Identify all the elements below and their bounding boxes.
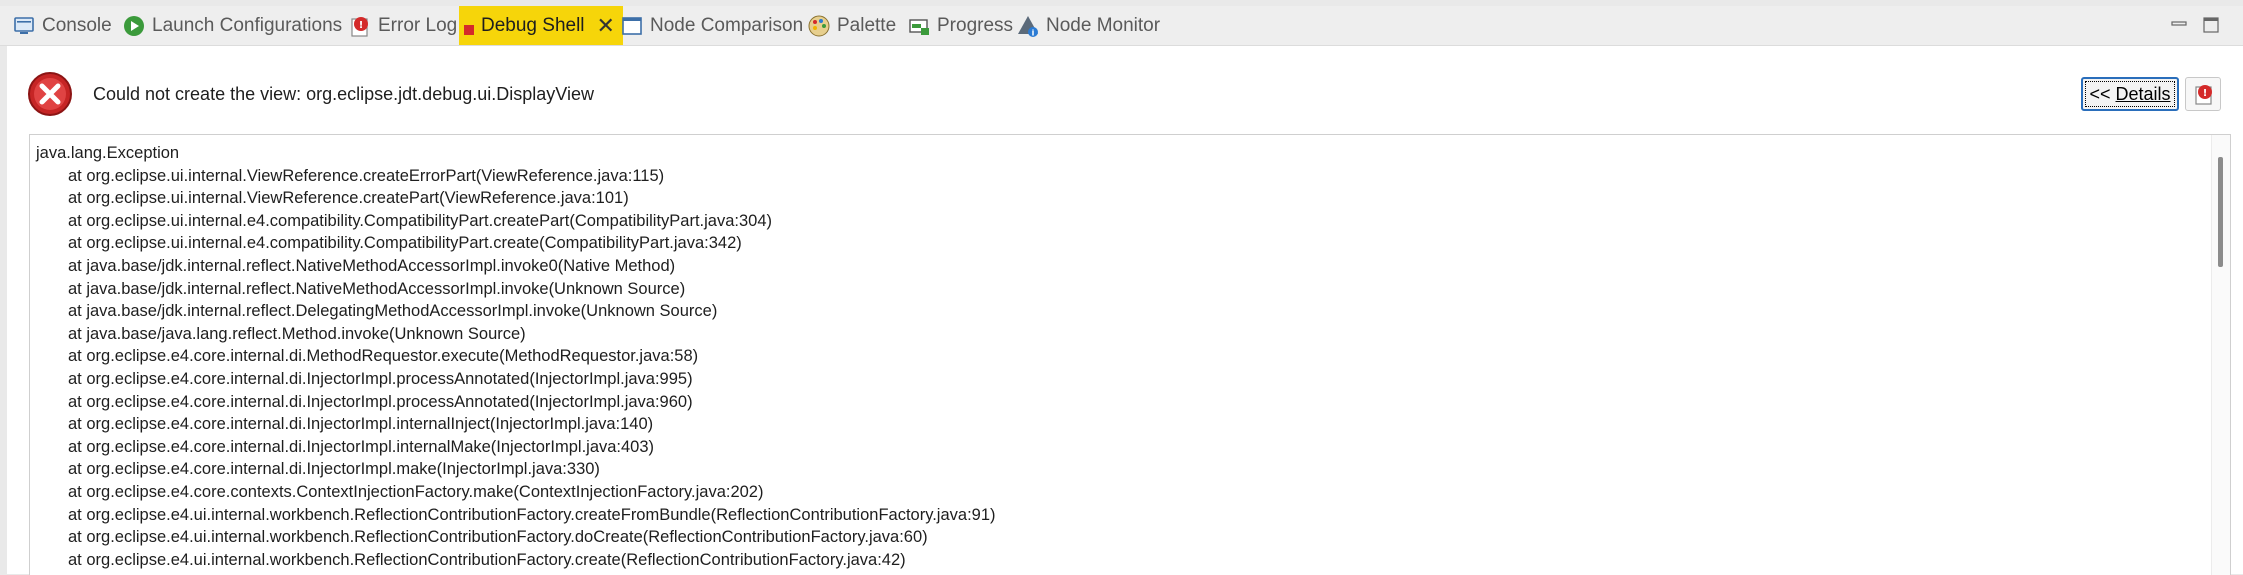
error-log-icon: ! [2192,82,2216,111]
details-button-prefix: << [2089,83,2116,104]
palette-icon [807,14,831,38]
close-tab-icon[interactable]: ✕ [597,14,615,37]
error-message: Could not create the view: org.eclipse.j… [93,84,594,104]
stack-frame-line: at org.eclipse.e4.core.internal.di.Injec… [68,460,600,479]
exception-line: java.lang.Exception [36,144,180,162]
svg-text:!: ! [2203,88,2208,99]
stack-frame-line: at java.base/jdk.internal.reflect.Native… [68,256,676,275]
tab-label: Console [42,14,112,36]
stack-frame-line: at org.eclipse.e4.core.internal.di.Injec… [68,369,693,388]
node-comparison-icon [620,14,644,38]
tab-progress[interactable]: Progress [907,6,1013,45]
tab-label: Node Comparison [650,14,804,36]
stack-frame-line: at org.eclipse.e4.ui.internal.workbench.… [68,550,906,569]
tab-node-monitor[interactable]: i Node Monitor [1016,6,1160,45]
stack-frame-line: at java.base/jdk.internal.reflect.Native… [68,279,686,298]
launch-configurations-icon [122,14,146,38]
stack-frame-line: at org.eclipse.e4.core.internal.di.Injec… [68,415,654,434]
show-error-log-button[interactable]: ! [2185,77,2221,111]
maximize-icon[interactable] [2202,16,2220,34]
tab-label: Palette [837,14,897,36]
svg-text:i: i [1032,28,1035,37]
scrollbar-thumb[interactable] [2218,157,2223,267]
progress-icon [907,14,931,38]
stack-frame-line: at org.eclipse.e4.core.internal.di.Injec… [68,437,655,456]
stack-frame-line: at org.eclipse.ui.internal.ViewReference… [68,189,629,208]
stack-frame-line: at org.eclipse.e4.ui.workbench.renderers… [36,571,996,575]
stack-frame-line: at org.eclipse.e4.ui.internal.workbench.… [68,528,928,547]
debug-shell-icon [463,20,475,35]
stack-frame-line: at org.eclipse.e4.ui.internal.workbench.… [68,505,996,524]
stack-frame-line: at org.eclipse.e4.core.internal.di.Injec… [68,392,693,411]
minimize-icon[interactable] [2170,16,2188,34]
vertical-scrollbar[interactable] [2211,135,2230,575]
tab-label: Error Log [378,14,458,36]
svg-text:!: ! [359,20,364,31]
tab-label: Launch Configurations [152,14,343,36]
tab-label: Progress [937,14,1014,36]
stack-frame-line: at org.eclipse.e4.core.internal.di.Metho… [68,347,699,366]
tab-error-log[interactable]: ! Error Log [348,6,457,45]
stack-trace-text: java.lang.Exception at org.eclipse.ui.in… [36,142,996,575]
tab-debug-shell[interactable]: Debug Shell ✕ [459,6,623,45]
stack-frame-line: at java.base/java.lang.reflect.Method.in… [68,324,526,343]
error-icon [27,71,73,117]
details-button[interactable]: << Details [2081,77,2179,111]
details-button-label: Details [2115,83,2171,104]
tab-label: Node Monitor [1046,14,1161,36]
stack-frame-line: at org.eclipse.e4.core.contexts.ContextI… [68,482,764,501]
view-tab-bar: Console Launch Configurations ! Error Lo… [0,6,2243,46]
error-log-icon: ! [348,14,372,38]
tab-palette[interactable]: Palette [807,6,896,45]
tab-label: Debug Shell [481,14,585,36]
stack-frame-line: at org.eclipse.ui.internal.ViewReference… [68,166,665,185]
stack-frame-line: at org.eclipse.ui.internal.e4.compatibil… [68,234,742,253]
stack-trace-area[interactable]: java.lang.Exception at org.eclipse.ui.in… [29,134,2231,575]
error-view-panel: Could not create the view: org.eclipse.j… [7,46,2243,575]
stack-frame-line: at org.eclipse.ui.internal.e4.compatibil… [68,211,773,230]
stack-frame-line: at java.base/jdk.internal.reflect.Delega… [68,302,718,321]
tab-launch-configurations[interactable]: Launch Configurations [122,6,342,45]
console-icon [12,14,36,38]
node-monitor-icon: i [1016,14,1040,38]
tab-console[interactable]: Console [12,6,112,45]
tab-node-comparison[interactable]: Node Comparison [620,6,803,45]
